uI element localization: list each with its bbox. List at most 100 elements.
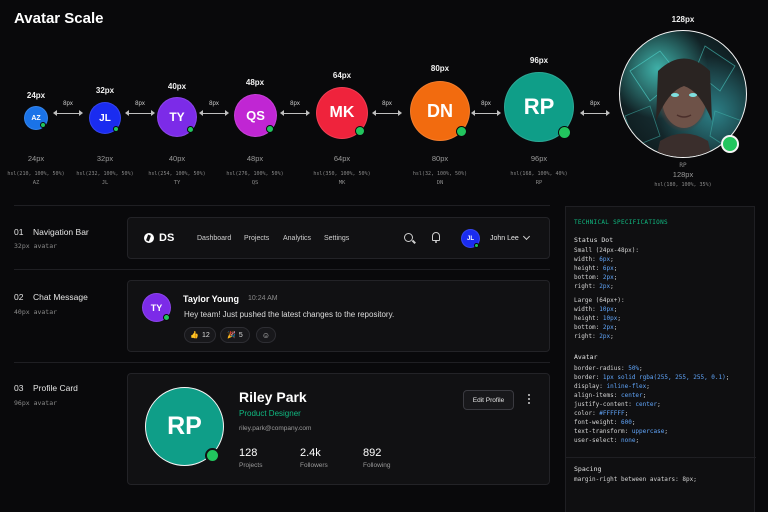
avatar-initials: RP xyxy=(523,94,555,119)
bell-icon[interactable] xyxy=(432,232,440,243)
reaction-count: 5 xyxy=(238,331,243,339)
nav-link-projects[interactable]: Projects xyxy=(244,235,269,242)
scale-size-top: 96px xyxy=(529,56,549,65)
example-number: 01 xyxy=(14,227,24,237)
profile-card: RP Riley Park Product Designer riley.par… xyxy=(127,373,550,485)
spec-heading-status-dot: Status Dot xyxy=(574,236,614,244)
chat-author: Taylor Young xyxy=(183,294,240,304)
scale-initials-label: RP xyxy=(535,180,543,186)
avatar-initials: JL xyxy=(466,235,474,242)
search-icon[interactable] xyxy=(404,233,413,242)
spec-subheading: Small (24px-48px): xyxy=(574,247,640,254)
nav-link-settings[interactable]: Settings xyxy=(324,235,349,242)
spec-line: display: inline-flex; xyxy=(574,383,650,390)
stat-projects-label: Projects xyxy=(239,462,263,469)
spacing-label: 8px xyxy=(135,101,145,107)
spec-line: font-weight: 600; xyxy=(574,419,636,426)
scale-hsl-label: hsl(180, 100%, 35%) xyxy=(654,182,712,188)
spacing-indicator: 8px xyxy=(53,101,83,116)
status-dot xyxy=(113,126,119,132)
spec-line: bottom: 2px; xyxy=(574,274,618,281)
status-dot xyxy=(355,126,365,136)
double-arrow-icon xyxy=(580,110,610,116)
spec-line: height: 10px; xyxy=(574,315,621,322)
reaction-party[interactable]: 🎉 5 xyxy=(220,327,250,343)
reaction-count: 12 xyxy=(201,331,210,339)
status-dot xyxy=(163,314,170,321)
spacing-indicator: 8px xyxy=(280,101,310,116)
example-title: Profile Card xyxy=(33,383,78,393)
status-dot xyxy=(456,126,467,137)
profile-email: riley.park@company.com xyxy=(239,425,312,432)
avatar-initials: MK xyxy=(329,104,355,121)
spacing-indicator: 8px xyxy=(471,101,501,116)
more-options-icon[interactable] xyxy=(528,394,530,406)
party-icon: 🎉 xyxy=(227,332,236,339)
spec-line: align-items: center; xyxy=(574,392,647,399)
spec-divider xyxy=(566,457,756,458)
spacing-label: 8px xyxy=(290,101,300,107)
double-arrow-icon xyxy=(199,110,229,116)
spec-title: TECHNICAL SPECIFICATIONS xyxy=(574,219,668,226)
example-subtitle: 96px avatar xyxy=(14,399,58,407)
nav-link-analytics[interactable]: Analytics xyxy=(283,235,311,242)
avatar-initials: TY xyxy=(150,302,163,313)
spec-line: border: 1px solid rgba(255, 255, 255, 0.… xyxy=(574,374,730,381)
chat-message-text: Hey team! Just pushed the latest changes… xyxy=(184,310,395,319)
spacing-label: 8px xyxy=(382,101,392,107)
example-title: Navigation Bar xyxy=(33,227,89,237)
spec-line: width: 6px; xyxy=(574,256,614,263)
spec-line: border-radius: 50%; xyxy=(574,365,643,372)
spec-line: width: 10px; xyxy=(574,306,618,313)
chat-message-card: TY Taylor Young 10:24 AM Hey team! Just … xyxy=(127,280,550,352)
example-number: 03 xyxy=(14,383,24,393)
scale-size-top: 80px xyxy=(430,64,450,73)
spec-line: right: 2px; xyxy=(574,333,614,340)
nav-link-dashboard[interactable]: Dashboard xyxy=(197,235,231,242)
spec-heading-avatar: Avatar xyxy=(574,353,598,361)
reaction-thumbs-up[interactable]: 👍 12 xyxy=(184,327,216,343)
example-title: Chat Message xyxy=(33,292,88,302)
avatar-initials: AZ xyxy=(31,114,41,122)
spec-line: right: 2px; xyxy=(574,283,614,290)
spec-line: user-select: none; xyxy=(574,437,640,444)
navigation-bar-card: DS Dashboard Projects Analytics Settings… xyxy=(127,217,550,259)
page-title: Avatar Scale xyxy=(14,10,104,27)
spacing-indicator: 8px xyxy=(199,101,229,116)
spec-heading-spacing: Spacing xyxy=(574,465,602,473)
stat-followers-value: 2.4k xyxy=(300,447,321,459)
nav-brand[interactable]: DS xyxy=(159,232,174,244)
spacing-label: 8px xyxy=(590,101,600,107)
avatar-initials: QS xyxy=(246,108,265,123)
add-reaction-button[interactable]: ☺ xyxy=(256,327,276,343)
status-dot xyxy=(558,126,571,139)
spacing-indicator: 8px xyxy=(580,101,610,116)
spec-line: height: 6px; xyxy=(574,265,618,272)
scale-hsl-label: hsl(168, 100%, 40%) xyxy=(510,171,568,177)
stat-following-label: Following xyxy=(363,462,391,469)
edit-profile-button[interactable]: Edit Profile xyxy=(463,390,514,410)
spec-line: color: #FFFFFF; xyxy=(574,410,629,417)
double-arrow-icon xyxy=(53,110,83,116)
status-dot xyxy=(40,122,46,128)
spacing-indicator: 8px xyxy=(125,101,155,116)
spec-line: margin-right between avatars: 8px; xyxy=(574,476,697,483)
double-arrow-icon xyxy=(471,110,501,116)
status-dot xyxy=(721,135,739,153)
technical-specifications-panel: TECHNICAL SPECIFICATIONS Status Dot Smal… xyxy=(565,206,756,512)
avatar-initials: JL xyxy=(99,112,111,124)
double-arrow-icon xyxy=(125,110,155,116)
stat-projects-value: 128 xyxy=(239,447,258,459)
avatar-initials: TY xyxy=(169,110,185,124)
double-arrow-icon xyxy=(280,110,310,116)
avatar-initials: DN xyxy=(427,100,453,121)
spacing-indicator: 8px xyxy=(372,101,402,116)
spec-subheading: Large (64px+): xyxy=(574,297,625,304)
scale-initials-label: RP xyxy=(679,162,687,169)
user-name[interactable]: John Lee xyxy=(490,235,519,242)
chevron-down-icon[interactable] xyxy=(522,232,531,241)
status-dot xyxy=(266,125,274,133)
spec-line: justify-content: center; xyxy=(574,401,661,408)
logo-icon xyxy=(144,233,154,243)
chat-timestamp: 10:24 AM xyxy=(248,295,278,302)
